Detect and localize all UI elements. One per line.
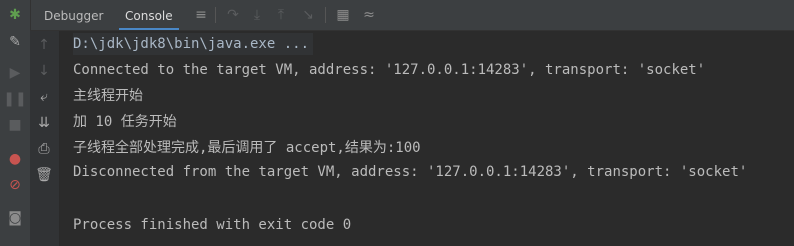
pause-icon[interactable]: ❚❚	[3, 89, 26, 109]
step-over-icon[interactable]: ↷	[223, 5, 243, 25]
arrow-down-icon[interactable]: ↓	[34, 61, 54, 81]
tab-console[interactable]: Console	[119, 6, 179, 30]
disconnected-message: Disconnected from the target VM, address…	[73, 164, 748, 180]
toolbar-separator	[215, 7, 216, 23]
soft-wrap-icon[interactable]: ⤶	[34, 87, 54, 107]
arrow-up-icon[interactable]: ↑	[34, 35, 54, 55]
console-side-toolbar: ↑ ↓ ⤶ ⇊ ⎙ 🗑	[30, 31, 60, 246]
scroll-to-end-icon[interactable]: ⇊	[34, 113, 54, 133]
layout-icon[interactable]: ≡	[191, 5, 211, 25]
tab-debugger[interactable]: Debugger	[44, 6, 103, 26]
mute-breakpoints-icon[interactable]: ⊘	[5, 175, 25, 195]
resume-icon[interactable]: ▶	[5, 63, 25, 83]
step-out-icon[interactable]: ⤒	[271, 5, 291, 25]
trace-icon[interactable]: ≈	[359, 5, 379, 25]
wrench-icon[interactable]: ✎	[5, 32, 25, 52]
debug-toolbar: Debugger Console ≡ ↷ ⤓ ⤒ ↘ ▦ ≈	[0, 0, 794, 31]
run-to-cursor-icon[interactable]: ↘	[298, 5, 318, 25]
stop-icon[interactable]: ■	[5, 115, 25, 135]
camera-icon[interactable]: ◙	[5, 208, 25, 228]
exit-code-message: Process finished with exit code 0	[73, 217, 352, 233]
connected-message: Connected to the target VM, address: '12…	[73, 62, 706, 78]
breakpoints-icon[interactable]: ●	[5, 149, 25, 169]
output-line: 加 10 任务开始	[73, 114, 177, 130]
print-icon[interactable]: ⎙	[34, 139, 54, 159]
step-into-icon[interactable]: ⤓	[247, 5, 267, 25]
clear-all-icon[interactable]: 🗑	[34, 165, 54, 185]
evaluate-icon[interactable]: ▦	[333, 5, 353, 25]
output-line: 子线程全部处理完成,最后调用了 accept,结果为:100	[73, 140, 421, 156]
output-line: 主线程开始	[73, 88, 143, 104]
debug-left-toolbar: ✱ ✎ ▶ ❚❚ ■ ● ⊘ ◙	[0, 0, 31, 246]
java-command-line[interactable]: D:\jdk\jdk8\bin\java.exe ...	[73, 33, 314, 55]
toolbar-separator	[325, 7, 326, 23]
bug-icon: ✱	[9, 7, 21, 23]
